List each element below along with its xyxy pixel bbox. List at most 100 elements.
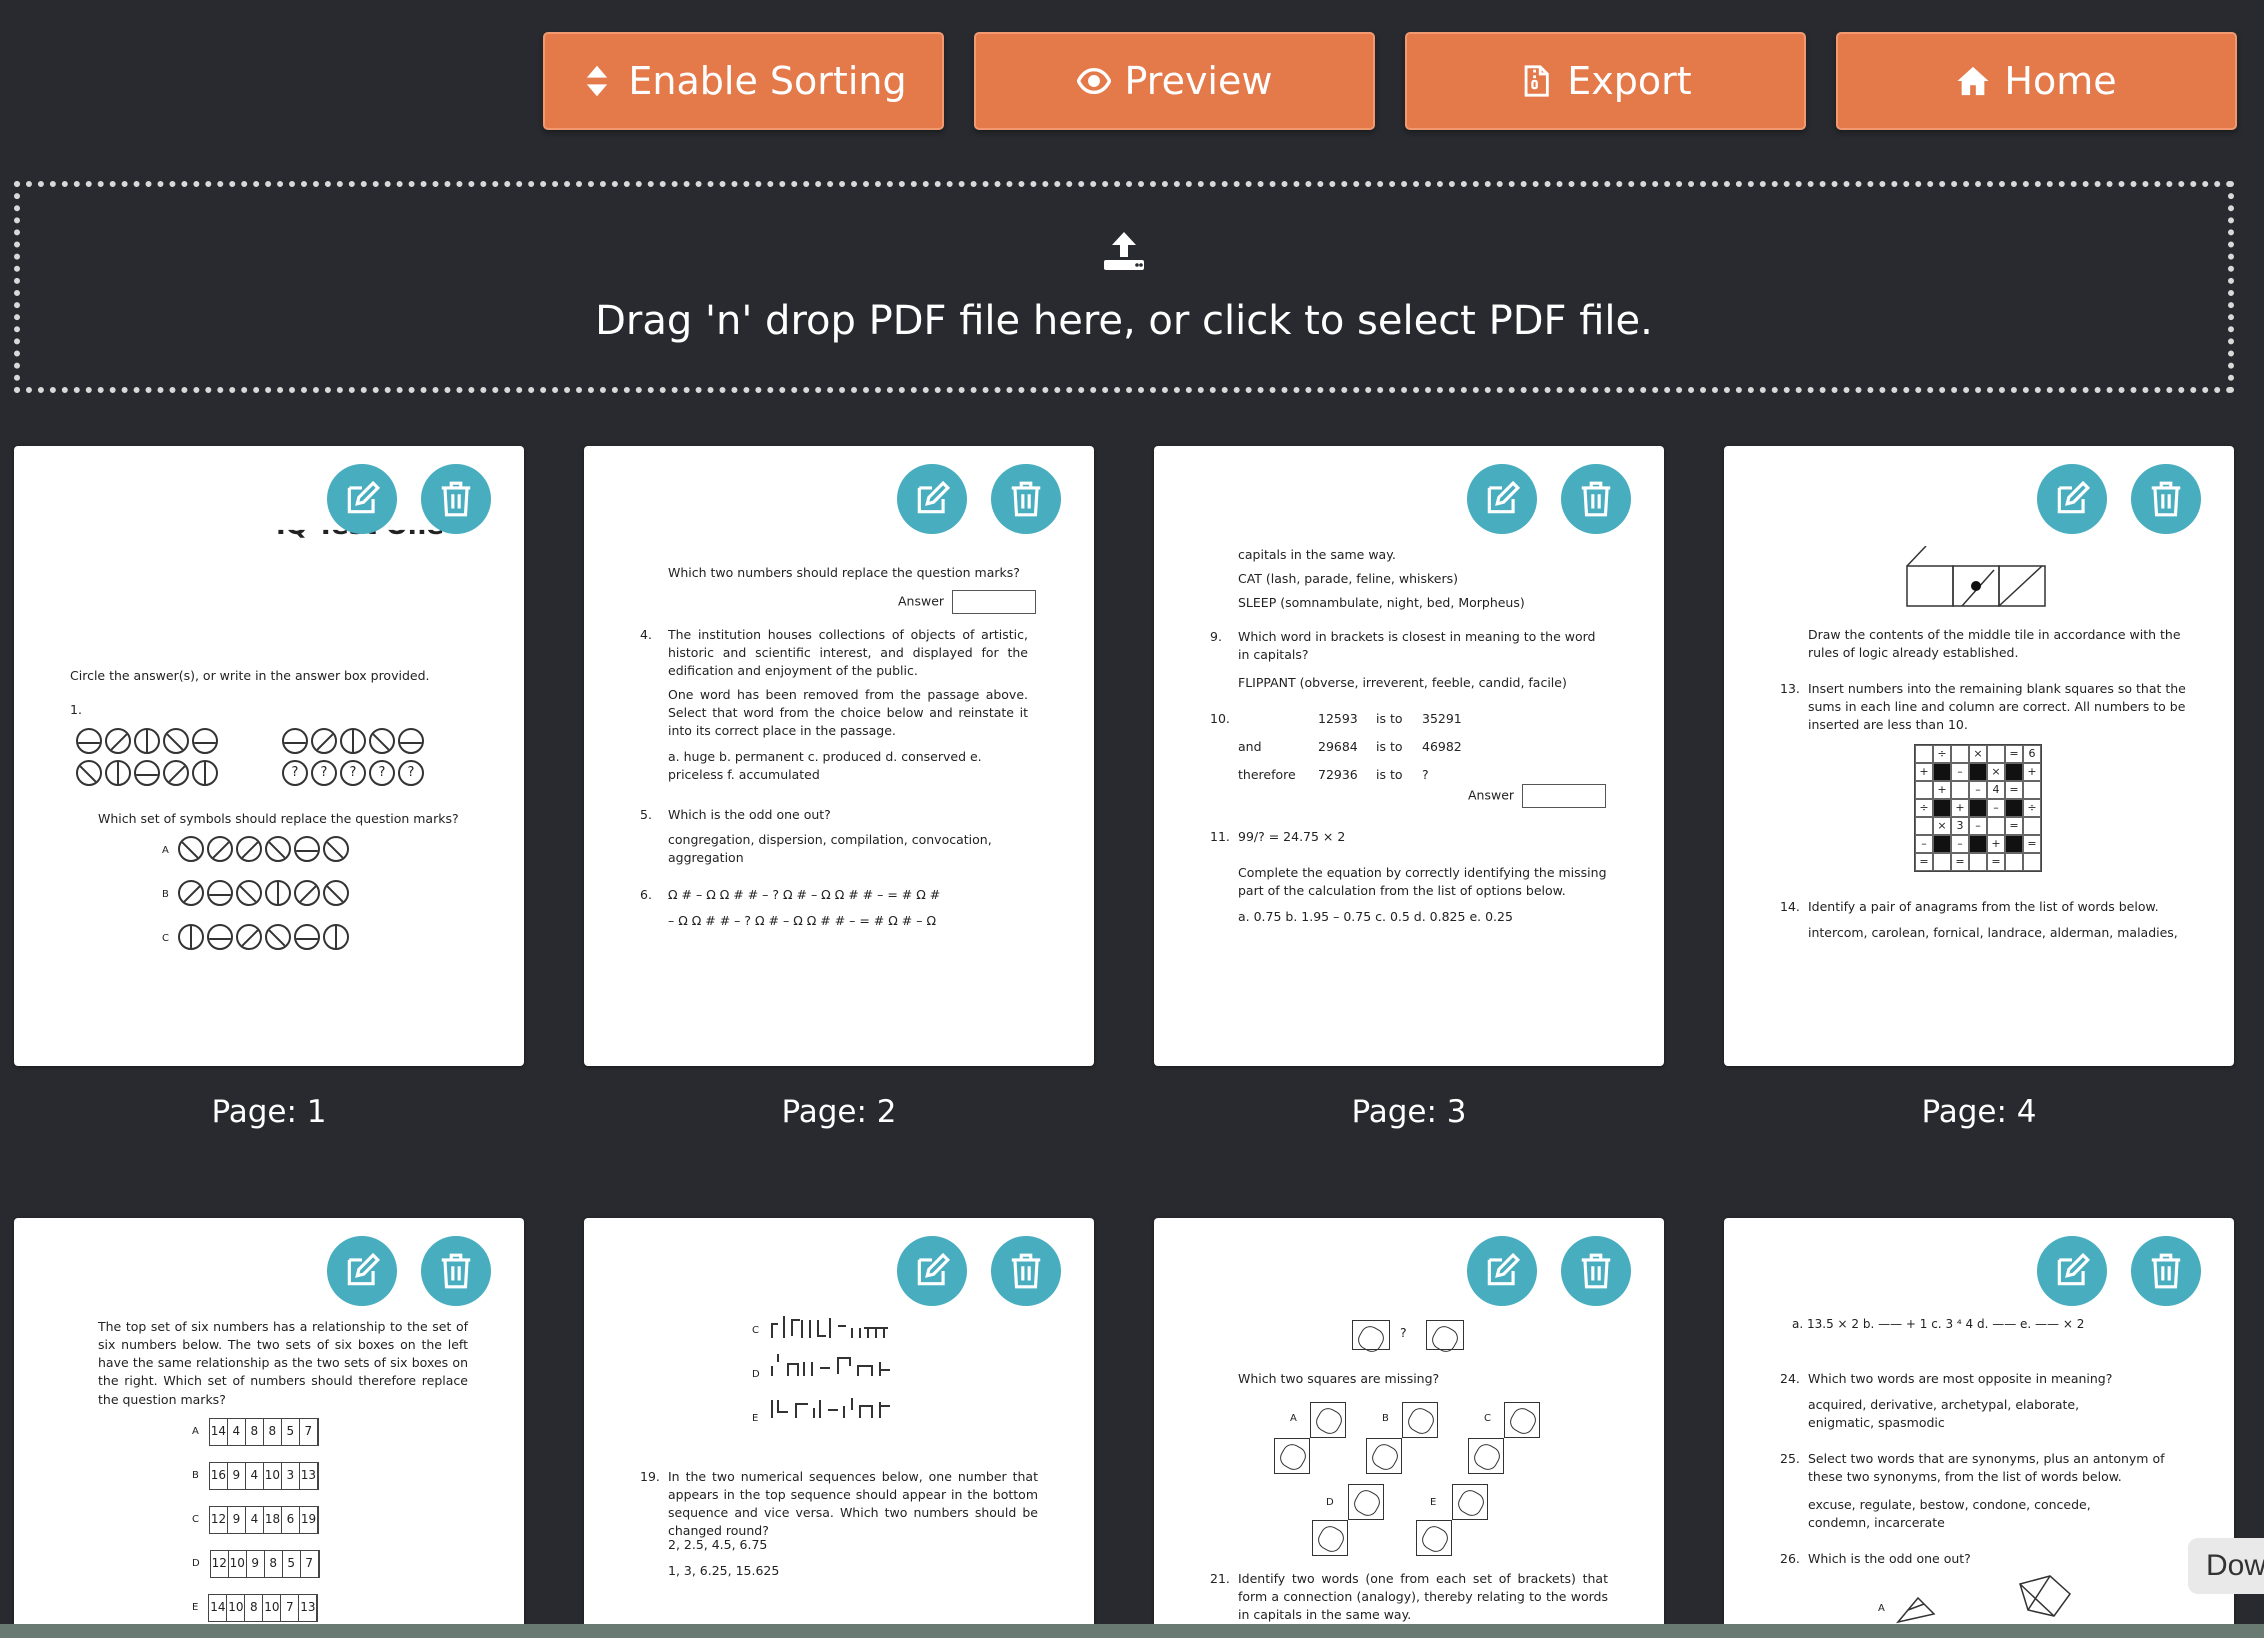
- page-card-6[interactable]: C D E 19. In the two numerical sequences…: [584, 1218, 1094, 1638]
- trash-icon: [1011, 1253, 1041, 1289]
- symbol-row: [76, 760, 218, 786]
- option-letter: D: [192, 1557, 200, 1569]
- edit-button[interactable]: [1467, 1236, 1537, 1306]
- export-button[interactable]: Export: [1405, 32, 1806, 130]
- question-text: Which two squares are missing?: [1238, 1371, 1440, 1386]
- cell: 19: [300, 1507, 318, 1533]
- delete-button[interactable]: [1561, 464, 1631, 534]
- pattern-square: [1402, 1402, 1438, 1438]
- number-row: A 14 4 8 8 5 7: [192, 1418, 319, 1446]
- home-icon: [1957, 66, 1989, 96]
- file-zip-icon: [1524, 65, 1550, 97]
- delete-button[interactable]: [421, 1236, 491, 1306]
- delete-button[interactable]: [991, 1236, 1061, 1306]
- question-number: 1.: [70, 702, 82, 717]
- sequence-value: is to: [1376, 739, 1403, 754]
- preview-button[interactable]: Preview: [974, 32, 1375, 130]
- pdf-dropzone[interactable]: Drag 'n' drop PDF file here, or click to…: [14, 181, 2234, 393]
- question-number: 10.: [1210, 711, 1230, 726]
- edit-button[interactable]: [327, 464, 397, 534]
- edit-icon: [2057, 1252, 2091, 1286]
- edit-button[interactable]: [897, 464, 967, 534]
- option-letter: C: [1484, 1413, 1491, 1424]
- edit-button[interactable]: [1467, 464, 1537, 534]
- delete-button[interactable]: [2131, 464, 2201, 534]
- delete-button[interactable]: [2131, 1236, 2201, 1306]
- toolbar: Enable Sorting Preview Export Home: [543, 32, 2237, 130]
- dropzone-text: Drag 'n' drop PDF file here, or click to…: [595, 298, 1653, 344]
- delete-button[interactable]: [1561, 1236, 1631, 1306]
- option-letter: B: [192, 1469, 199, 1481]
- download-side-tab[interactable]: Dow: [2188, 1538, 2264, 1594]
- symbol-row: [178, 924, 349, 950]
- trash-icon: [1011, 481, 1041, 517]
- question-text: Identify two words (one from each set of…: [1238, 1571, 1608, 1623]
- answer-label: Answer: [898, 590, 1037, 614]
- cell: 8: [265, 1551, 283, 1577]
- edit-icon: [1487, 480, 1521, 514]
- page-card-8[interactable]: a. 13.5 × 2 b. —— + 1 c. 3 ⁴ 4 d. —— e. …: [1724, 1218, 2234, 1638]
- symbol-sequence: Ω # – Ω Ω # # – ? Ω # – Ω Ω # # – = # Ω …: [668, 887, 941, 902]
- pattern-square: [1416, 1520, 1452, 1556]
- sequence-value: therefore: [1238, 767, 1296, 782]
- edit-button[interactable]: [897, 1236, 967, 1306]
- text-line: CAT (lash, parade, feline, whiskers): [1238, 571, 1459, 586]
- page-card-1[interactable]: IQ Test One Circle the answer(s), or wri…: [14, 446, 524, 1066]
- text-line: SLEEP (somnambulate, night, bed, Morpheu…: [1238, 595, 1525, 610]
- question-mark: ?: [1400, 1325, 1407, 1340]
- upload-icon: [1104, 232, 1144, 270]
- number-cells: 12 10 9 8 5 7: [209, 1550, 320, 1578]
- page-card-3[interactable]: capitals in the same way. CAT (lash, par…: [1154, 446, 1664, 1066]
- answer-options: a. 0.75 b. 1.95 – 0.75 c. 0.5 d. 0.825 e…: [1238, 909, 1513, 924]
- question-number: 19.: [640, 1469, 660, 1484]
- home-label: Home: [2004, 59, 2117, 103]
- cell: 13: [300, 1463, 318, 1489]
- question-number: 25.: [1780, 1451, 1800, 1466]
- question-text: Which two words are most opposite in mea…: [1808, 1371, 2113, 1386]
- trash-icon: [2151, 1253, 2181, 1289]
- delete-button[interactable]: [421, 464, 491, 534]
- cell: 14: [210, 1419, 228, 1445]
- number-cells: 14 10 8 10 7 13: [208, 1594, 319, 1622]
- cell: 8: [264, 1419, 282, 1445]
- cell: 12: [211, 1551, 229, 1577]
- pattern-square: [1452, 1484, 1488, 1520]
- cell: 9: [247, 1551, 265, 1577]
- pattern-square: [1504, 1402, 1540, 1438]
- trash-icon: [441, 1253, 471, 1289]
- pattern-square: [1468, 1438, 1504, 1474]
- edit-icon: [2057, 480, 2091, 514]
- page-card-2[interactable]: Which two numbers should replace the que…: [584, 446, 1094, 1066]
- enable-sorting-button[interactable]: Enable Sorting: [543, 32, 944, 130]
- edit-button[interactable]: [2037, 1236, 2107, 1306]
- cell: 14: [209, 1595, 228, 1621]
- sequence-value: is to: [1376, 767, 1403, 782]
- page-card-4[interactable]: Draw the contents of the middle tile in …: [1724, 446, 2234, 1066]
- question-number: 14.: [1780, 899, 1800, 914]
- option-letter: C: [752, 1325, 759, 1336]
- edit-button[interactable]: [2037, 464, 2107, 534]
- number-cells: 12 9 4 18 6 19: [208, 1506, 319, 1534]
- page-card-7[interactable]: ? Which two squares are missing? A B C D…: [1154, 1218, 1664, 1638]
- question-number: 26.: [1780, 1551, 1800, 1566]
- delete-button[interactable]: [991, 464, 1061, 534]
- option-letter: A: [192, 1425, 199, 1437]
- symbol-row: ?????: [282, 760, 424, 786]
- question-number: 4.: [640, 627, 652, 642]
- home-button[interactable]: Home: [1836, 32, 2237, 130]
- edit-button[interactable]: [327, 1236, 397, 1306]
- symbol-sequence: – Ω Ω # # – ? Ω # – Ω Ω # # – = # Ω # – …: [668, 913, 937, 928]
- edit-icon: [917, 1252, 951, 1286]
- answer-box: [1522, 784, 1607, 808]
- page-card-5[interactable]: The top set of six numbers has a relatio…: [14, 1218, 524, 1638]
- number-row: C 12 9 4 18 6 19: [192, 1506, 319, 1534]
- instruction-text: Circle the answer(s), or write in the an…: [70, 668, 430, 683]
- page-label-4: Page: 4: [1921, 1094, 2037, 1130]
- question-text: Which set of symbols should replace the …: [98, 811, 459, 826]
- pattern-square: [1426, 1320, 1464, 1350]
- question-text: Select two words that are synonyms, plus…: [1808, 1451, 2165, 1485]
- number-row: E 14 10 8 10 7 13: [192, 1594, 319, 1622]
- question-text: Which two numbers should replace the que…: [668, 565, 1020, 580]
- option-letter: C: [162, 933, 169, 944]
- option-letter: B: [162, 889, 169, 900]
